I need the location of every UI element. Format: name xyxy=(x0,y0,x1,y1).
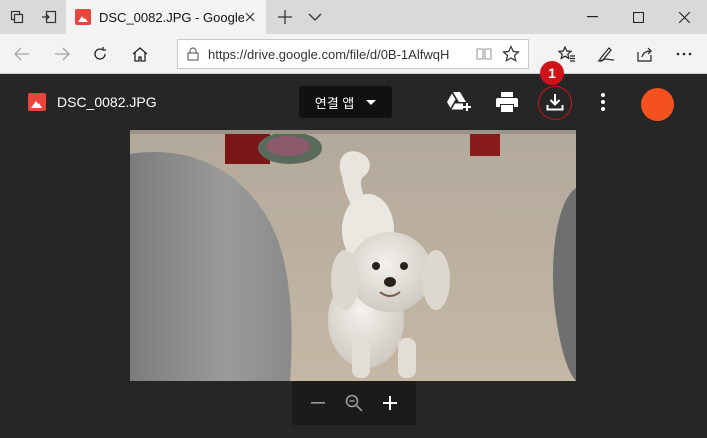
tab-title: DSC_0082.JPG - Google xyxy=(99,9,244,25)
zoom-in-icon[interactable] xyxy=(375,388,405,418)
navigation-bar: https://drive.google.com/file/d/0B-1Alfw… xyxy=(0,34,707,74)
caret-down-icon xyxy=(366,99,377,105)
file-name: DSC_0082.JPG xyxy=(57,94,157,110)
tab-strip: DSC_0082.JPG - Google xyxy=(0,0,707,34)
address-bar[interactable]: https://drive.google.com/file/d/0B-1Alfw… xyxy=(177,39,529,69)
image-file-icon xyxy=(75,9,91,25)
maximize-icon[interactable] xyxy=(615,0,661,34)
lock-icon[interactable] xyxy=(178,40,208,68)
tab-preview-chevron-icon[interactable] xyxy=(298,0,332,34)
step-badge: 1 xyxy=(540,61,564,85)
minimize-icon[interactable] xyxy=(569,0,615,34)
zoom-out-icon[interactable] xyxy=(303,388,333,418)
open-with-label: 연결 앱 xyxy=(314,95,355,111)
drive-file-viewer: DSC_0082.JPG 연결 앱 1 xyxy=(0,61,707,438)
viewer-toolbar: DSC_0082.JPG 연결 앱 1 xyxy=(0,61,707,131)
favorite-star-icon[interactable] xyxy=(502,45,520,63)
reading-view-icon[interactable] xyxy=(476,46,492,62)
url-text[interactable]: https://drive.google.com/file/d/0B-1Alfw… xyxy=(208,47,470,62)
back-arrow-icon[interactable] xyxy=(6,38,38,70)
home-icon[interactable] xyxy=(124,38,156,70)
download-icon[interactable] xyxy=(539,86,571,118)
zoom-reset-magnifier-icon[interactable] xyxy=(339,388,369,418)
close-window-icon[interactable] xyxy=(661,0,707,34)
more-actions-icon[interactable] xyxy=(587,86,619,118)
image-file-icon xyxy=(28,93,46,111)
print-icon[interactable] xyxy=(491,86,523,118)
more-options-icon[interactable] xyxy=(668,38,700,70)
tab-actions-icon[interactable] xyxy=(0,0,34,34)
share-icon[interactable] xyxy=(629,38,661,70)
close-tab-icon[interactable] xyxy=(242,9,258,25)
photo-image xyxy=(130,130,576,381)
pen-notes-icon[interactable] xyxy=(590,38,622,70)
set-aside-tabs-icon[interactable] xyxy=(32,0,66,34)
refresh-icon[interactable] xyxy=(84,38,116,70)
add-to-drive-icon[interactable] xyxy=(443,86,475,118)
zoom-controls xyxy=(292,381,416,425)
active-tab[interactable]: DSC_0082.JPG - Google xyxy=(66,0,266,34)
account-avatar[interactable] xyxy=(641,88,674,121)
new-tab-icon[interactable] xyxy=(268,0,302,34)
forward-arrow-icon[interactable] xyxy=(46,38,78,70)
dog-photo xyxy=(130,130,576,381)
open-with-button[interactable]: 연결 앱 xyxy=(299,86,392,118)
